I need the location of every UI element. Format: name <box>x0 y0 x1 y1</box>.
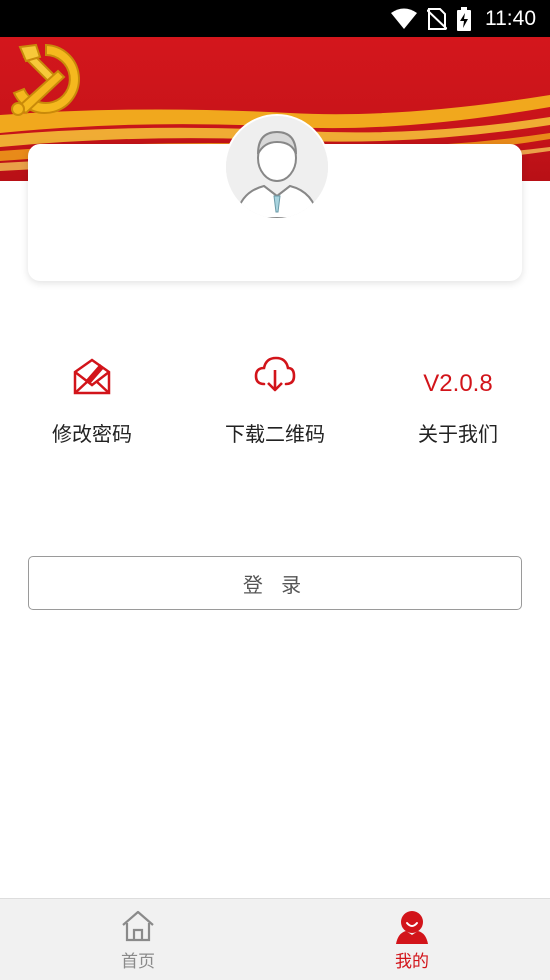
status-icons: 11:40 <box>391 0 536 37</box>
about-item[interactable]: V2.0.8 关于我们 <box>366 350 550 450</box>
status-bar: 11:40 <box>0 0 550 37</box>
avatar-figure <box>226 116 328 218</box>
bottom-nav: 首页 我的 <box>0 898 550 980</box>
change-password-label: 修改密码 <box>52 422 132 446</box>
menu-row: 修改密码 下载二维码 V2.0.8 关于我们 <box>0 350 550 450</box>
status-time: 11:40 <box>485 6 536 30</box>
nav-item-mine[interactable]: 我的 <box>342 899 482 980</box>
user-avatar-icon[interactable] <box>224 114 330 220</box>
wifi-icon <box>391 8 417 29</box>
profile-icon <box>396 911 428 944</box>
battery-charging-icon <box>457 6 471 31</box>
about-label: 关于我们 <box>418 422 498 446</box>
download-qr-item[interactable]: 下载二维码 <box>183 350 367 450</box>
no-sim-icon <box>427 7 447 30</box>
nav-label-mine: 我的 <box>395 952 429 972</box>
login-button[interactable]: 登 录 <box>28 556 522 610</box>
version-text: V2.0.8 <box>423 370 493 397</box>
nav-label-home: 首页 <box>121 952 155 972</box>
nav-item-home[interactable]: 首页 <box>68 899 208 980</box>
party-emblem-icon <box>11 43 80 116</box>
cloud-download-icon <box>254 356 296 392</box>
home-icon <box>122 910 154 942</box>
download-qr-label: 下载二维码 <box>225 422 325 446</box>
change-password-item[interactable]: 修改密码 <box>0 350 184 450</box>
envelope-edit-icon <box>73 358 111 395</box>
